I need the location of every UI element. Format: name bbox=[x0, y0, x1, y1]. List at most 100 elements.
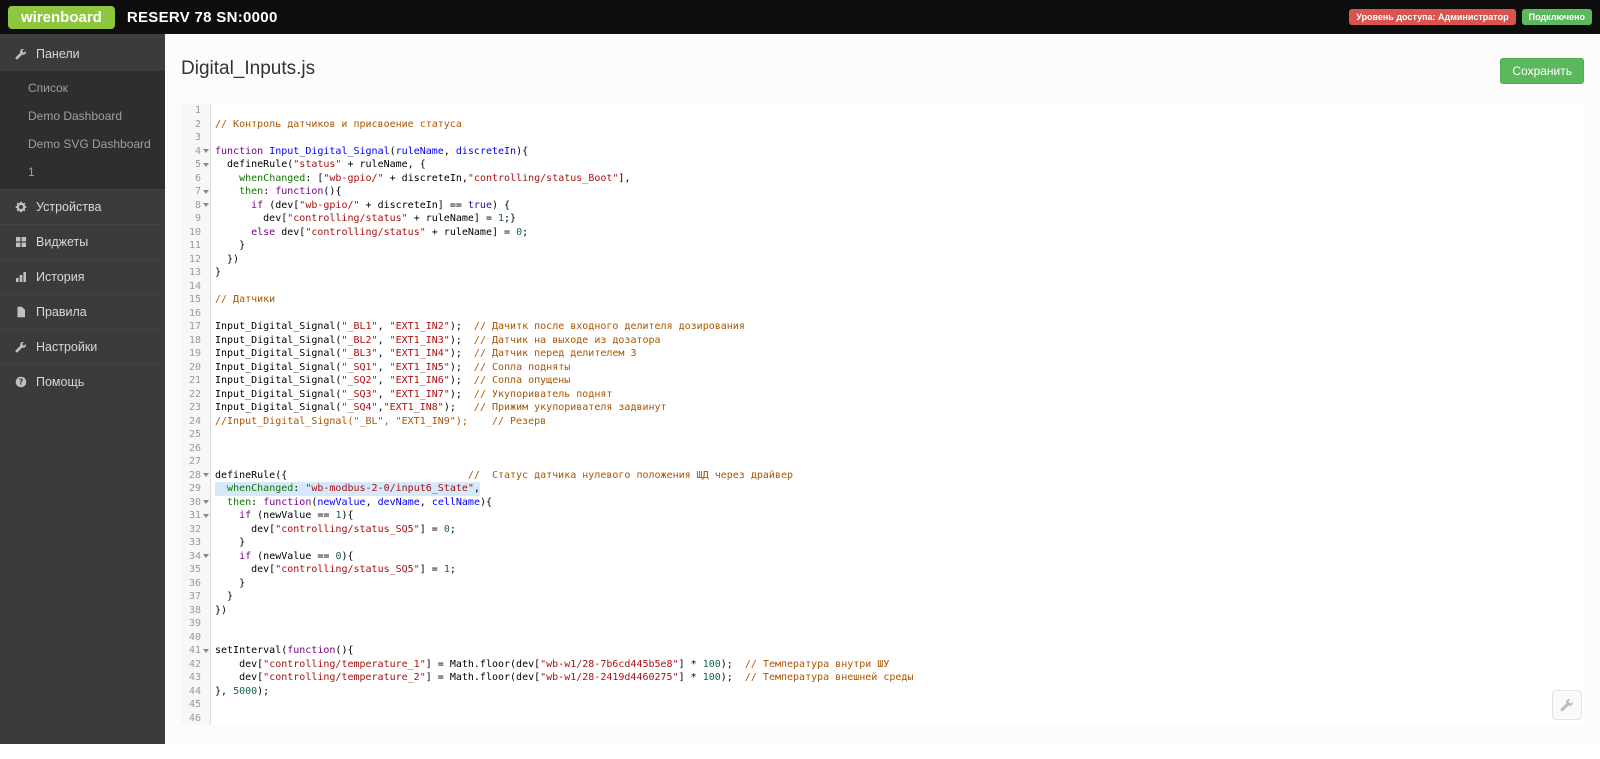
code-line-46[interactable]: 46 bbox=[181, 711, 1584, 725]
code-line-30[interactable]: 30 then: function(newValue, devName, cel… bbox=[181, 495, 1584, 510]
fold-arrow-icon[interactable] bbox=[201, 550, 210, 564]
sidebar-item-widgets[interactable]: Виджеты bbox=[0, 224, 165, 259]
code-line-26[interactable]: 26 bbox=[181, 441, 1584, 455]
code-line-22[interactable]: 22 Input_Digital_Signal("_SQ3", "EXT1_IN7… bbox=[181, 387, 1584, 401]
code-line-29[interactable]: 29 whenChanged: "wb-modbus-2-0/input6_St… bbox=[181, 482, 1584, 496]
line-number-gutter: 4 bbox=[181, 144, 211, 159]
line-number-gutter: 1 bbox=[181, 104, 211, 118]
line-number-gutter: 9 bbox=[181, 212, 211, 226]
access-level-badge: Уровень доступа: Администратор bbox=[1349, 9, 1516, 25]
fold-arrow-icon[interactable] bbox=[201, 158, 210, 172]
fold-arrow-icon[interactable] bbox=[201, 509, 210, 523]
code-line-23[interactable]: 23 Input_Digital_Signal("_SQ4","EXT1_IN8"… bbox=[181, 401, 1584, 415]
code-line-27[interactable]: 27 bbox=[181, 455, 1584, 469]
code-line-5[interactable]: 5 defineRule("status" + ruleName, { bbox=[181, 158, 1584, 172]
sidebar-subitem[interactable]: Demo SVG Dashboard bbox=[0, 130, 165, 158]
line-number: 44 bbox=[188, 685, 201, 697]
save-button[interactable]: Сохранить bbox=[1500, 58, 1584, 84]
code-line-11[interactable]: 11 } bbox=[181, 239, 1584, 253]
code-line-content bbox=[211, 631, 215, 645]
line-number: 14 bbox=[188, 280, 201, 292]
sidebar-subitem[interactable]: Список bbox=[0, 74, 165, 102]
code-line-16[interactable]: 16 bbox=[181, 306, 1584, 321]
widgets-icon bbox=[15, 236, 27, 248]
code-line-content bbox=[211, 307, 215, 321]
code-line-content: // Датчики bbox=[215, 294, 276, 305]
line-number-gutter: 17 bbox=[181, 320, 211, 334]
code-line-6[interactable]: 6 whenChanged: ["wb-gpio/" + discreteIn,… bbox=[181, 171, 1584, 185]
code-editor[interactable]: 1 2 // Контроль датчиков и присвоение стат… bbox=[181, 104, 1584, 725]
fold-arrow-icon[interactable] bbox=[201, 469, 210, 483]
fold-arrow-icon[interactable] bbox=[201, 496, 210, 510]
code-line-8[interactable]: 8 if (dev["wb-gpio/" + discreteIn] == tr… bbox=[181, 198, 1584, 213]
sidebar-item-history[interactable]: История bbox=[0, 259, 165, 294]
code-line-41[interactable]: 41 setInterval(function(){ bbox=[181, 644, 1584, 658]
code-line-13[interactable]: 13} bbox=[181, 266, 1584, 280]
editor-settings-button[interactable] bbox=[1552, 690, 1582, 720]
code-line-42[interactable]: 42 dev["controlling/temperature_1"] = Ma… bbox=[181, 657, 1584, 671]
code-line-14[interactable]: 14 bbox=[181, 279, 1584, 293]
gear-icon bbox=[15, 201, 27, 213]
line-number-gutter: 42 bbox=[181, 657, 211, 671]
code-line-15[interactable]: 15 // Датчики bbox=[181, 293, 1584, 307]
code-line-2[interactable]: 2 // Контроль датчиков и присвоение стату… bbox=[181, 117, 1584, 132]
line-number-gutter: 3 bbox=[181, 131, 211, 145]
code-line-7[interactable]: 7 then: function(){ bbox=[181, 185, 1584, 199]
fold-arrow-icon[interactable] bbox=[201, 644, 210, 658]
code-line-content: dev["controlling/temperature_2"] = Math.… bbox=[215, 672, 914, 683]
code-line-content: } bbox=[215, 577, 246, 589]
code-line-39[interactable]: 39 bbox=[181, 617, 1584, 631]
code-line-content: Input_Digital_Signal("_SQ4","EXT1_IN8");… bbox=[215, 402, 667, 413]
code-line-21[interactable]: 21 Input_Digital_Signal("_SQ2", "EXT1_IN6… bbox=[181, 374, 1584, 388]
code-line-44[interactable]: 44}, 5000); bbox=[181, 684, 1584, 698]
sidebar-item-help[interactable]: ? Помощь bbox=[0, 364, 165, 399]
code-line-10[interactable]: 10 else dev["controlling/status" + ruleN… bbox=[181, 225, 1584, 239]
fold-arrow-icon[interactable] bbox=[201, 185, 210, 199]
sidebar-subitem[interactable]: Demo Dashboard bbox=[0, 102, 165, 130]
fold-arrow-icon[interactable] bbox=[201, 199, 210, 213]
line-number: 32 bbox=[188, 523, 201, 535]
code-line-3[interactable]: 3 bbox=[181, 131, 1584, 145]
code-line-content: then: function(newValue, devName, cellNa… bbox=[227, 496, 493, 508]
line-number-gutter: 45 bbox=[181, 698, 211, 712]
sidebar-subitem[interactable]: 1 bbox=[0, 158, 165, 186]
sidebar-item-devices[interactable]: Устройства bbox=[0, 189, 165, 224]
code-line-19[interactable]: 19 Input_Digital_Signal("_BL3", "EXT1_IN4… bbox=[181, 347, 1584, 361]
code-line-31[interactable]: 31 if (newValue == 1){ bbox=[181, 509, 1584, 523]
code-line-37[interactable]: 37 } bbox=[181, 590, 1584, 604]
line-number-gutter: 41 bbox=[181, 644, 211, 658]
code-line-40[interactable]: 40 bbox=[181, 630, 1584, 645]
line-number-gutter: 36 bbox=[181, 576, 211, 590]
code-line-33[interactable]: 33 } bbox=[181, 536, 1584, 550]
code-line-9[interactable]: 9 dev["controlling/status" + ruleName] =… bbox=[181, 212, 1584, 226]
fold-arrow-icon[interactable] bbox=[201, 145, 210, 159]
code-line-28[interactable]: 28 defineRule({ // Статус датчика нулевог… bbox=[181, 468, 1584, 483]
line-number-gutter: 14 bbox=[181, 279, 211, 293]
code-line-32[interactable]: 32 dev["controlling/status_SQ5"] = 0; bbox=[181, 522, 1584, 536]
code-line-20[interactable]: 20 Input_Digital_Signal("_SQ1", "EXT1_IN5… bbox=[181, 360, 1584, 374]
wirenboard-logo[interactable]: wirenboard bbox=[8, 5, 115, 29]
code-line-35[interactable]: 35 dev["controlling/status_SQ5"] = 1; bbox=[181, 563, 1584, 577]
code-line-38[interactable]: 38}) bbox=[181, 603, 1584, 617]
code-line-4[interactable]: 4 function Input_Digital_Signal(ruleName,… bbox=[181, 144, 1584, 159]
code-line-18[interactable]: 18 Input_Digital_Signal("_BL2", "EXT1_IN3… bbox=[181, 333, 1584, 347]
code-line-content: Input_Digital_Signal("_SQ2", "EXT1_IN6")… bbox=[215, 375, 571, 386]
line-number-gutter: 15 bbox=[181, 293, 211, 307]
code-line-content: }) bbox=[215, 253, 240, 265]
sidebar-item-panels[interactable]: Панели bbox=[0, 36, 165, 71]
code-line-17[interactable]: 17 Input_Digital_Signal("_BL1", "EXT1_IN2… bbox=[181, 320, 1584, 334]
sidebar-item-rules[interactable]: Правила bbox=[0, 294, 165, 329]
sidebar-item-settings[interactable]: Настройки bbox=[0, 329, 165, 364]
code-line-34[interactable]: 34 if (newValue == 0){ bbox=[181, 549, 1584, 564]
code-line-36[interactable]: 36 } bbox=[181, 576, 1584, 590]
code-line-24[interactable]: 24 //Input_Digital_Signal("_BL", "EXT1_IN… bbox=[181, 414, 1584, 428]
code-line-25[interactable]: 25 bbox=[181, 428, 1584, 442]
code-line-12[interactable]: 12 }) bbox=[181, 252, 1584, 266]
code-line-1[interactable]: 1 bbox=[181, 104, 1584, 118]
code-line-45[interactable]: 45 bbox=[181, 698, 1584, 712]
code-line-43[interactable]: 43 dev["controlling/temperature_2"] = Ma… bbox=[181, 671, 1584, 685]
